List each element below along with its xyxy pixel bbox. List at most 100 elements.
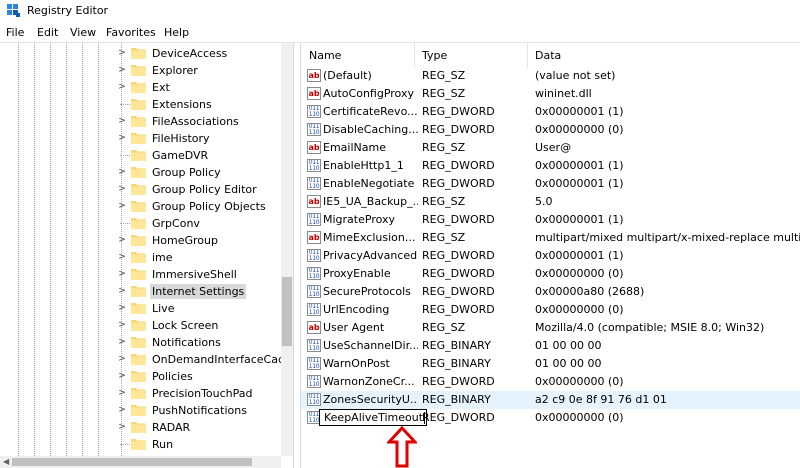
tree-item[interactable]: > HomeGroup xyxy=(117,232,282,249)
expand-chevron-icon[interactable]: > xyxy=(117,285,127,297)
expand-chevron-icon[interactable]: > xyxy=(117,421,127,433)
tree-item[interactable]: > Internet Settings xyxy=(117,283,282,300)
folder-icon xyxy=(131,167,146,178)
menu-help[interactable]: Help xyxy=(164,26,189,39)
value-name: PrivacyAdvanced xyxy=(323,249,418,262)
tree-item[interactable]: > Ext xyxy=(117,79,282,96)
tree-item[interactable]: > OnDemandInterfaceCach xyxy=(117,351,291,368)
tree-item-label: Internet Settings xyxy=(150,284,247,299)
tree-item[interactable]: > RADAR xyxy=(117,419,282,436)
expand-chevron-icon[interactable]: > xyxy=(117,268,127,280)
tree-item[interactable]: > Lock Screen xyxy=(117,317,282,334)
tree-item[interactable]: GrpConv xyxy=(117,215,282,232)
tree-item[interactable]: Extensions xyxy=(117,96,282,113)
value-row[interactable]: ab (Default) REG_SZ (value not set) xyxy=(301,67,800,85)
value-row[interactable]: 011 110 UrlEncoding REG_DWORD 0x00000000 (0… xyxy=(301,301,800,319)
expand-chevron-icon[interactable]: > xyxy=(117,234,127,246)
menu-favorites[interactable]: Favorites xyxy=(106,26,156,39)
tree-vertical-scrollbar[interactable] xyxy=(281,43,293,456)
value-row[interactable]: 011 110 UseSchannelDir... REG_BINARY 01 00 … xyxy=(301,337,800,355)
column-header-type[interactable]: Type xyxy=(414,43,527,68)
value-type: REG_SZ xyxy=(422,231,466,244)
value-row[interactable]: 011 110 MigrateProxy REG_DWORD 0x00000001 (… xyxy=(301,211,800,229)
expand-chevron-icon[interactable]: > xyxy=(117,370,127,382)
tree-item[interactable]: > Group Policy xyxy=(117,164,282,181)
expand-chevron-icon[interactable]: > xyxy=(117,251,127,263)
value-name: WarnOnPost xyxy=(323,357,390,370)
tree-item[interactable]: > Group Policy Editor xyxy=(117,181,282,198)
expand-chevron-icon[interactable]: > xyxy=(117,132,127,144)
value-row[interactable]: ab IE5_UA_Backup_... REG_SZ 5.0 xyxy=(301,193,800,211)
value-row[interactable]: 011 110 CertificateRevo... REG_DWORD 0x0000… xyxy=(301,103,800,121)
expand-chevron-icon[interactable]: > xyxy=(117,115,127,127)
tree-item[interactable]: > Notifications xyxy=(117,334,282,351)
tree-item[interactable]: GameDVR xyxy=(117,147,282,164)
expand-chevron-icon[interactable]: > xyxy=(117,64,127,76)
expand-chevron-icon[interactable]: > xyxy=(117,302,127,314)
tree-guide-line xyxy=(50,43,51,456)
value-row[interactable]: ab MimeExclusion... REG_SZ multipart/mixed … xyxy=(301,229,800,247)
tree-item[interactable]: Run xyxy=(117,436,282,453)
tree-item[interactable]: > PrecisionTouchPad xyxy=(117,385,282,402)
value-data: 0x00000a80 (2688) xyxy=(535,285,645,298)
tree-item[interactable]: > FileAssociations xyxy=(117,113,282,130)
value-type: REG_SZ xyxy=(422,195,466,208)
column-header-data[interactable]: Data xyxy=(527,43,800,68)
values-list[interactable]: Name Type Data ab (Default) REG_SZ (value n… xyxy=(300,43,800,468)
value-row[interactable]: 011 110 KeepAliveTimeout REG_DWORD 0x000000… xyxy=(301,409,800,427)
tree-item[interactable]: > PushNotifications xyxy=(117,402,282,419)
tree-scroll-thumb[interactable] xyxy=(282,277,292,346)
value-name: User Agent xyxy=(323,321,385,334)
expand-chevron-icon[interactable]: > xyxy=(117,353,127,365)
scroll-left-icon[interactable]: ◀ xyxy=(3,457,9,466)
tree-item[interactable]: > ime xyxy=(117,249,282,266)
folder-icon xyxy=(131,48,146,59)
expand-chevron-icon[interactable]: > xyxy=(117,404,127,416)
tree-item[interactable]: > Policies xyxy=(117,368,282,385)
value-row[interactable]: 011 110 ProxyEnable REG_DWORD 0x00000000 (0… xyxy=(301,265,800,283)
expand-chevron-icon[interactable]: > xyxy=(117,336,127,348)
expand-chevron-icon[interactable]: > xyxy=(117,47,127,59)
tree-item[interactable]: > ImmersiveShell xyxy=(117,266,282,283)
tree-item[interactable]: > Explorer xyxy=(117,62,282,79)
expand-chevron-icon[interactable]: > xyxy=(117,200,127,212)
value-name: ZonesSecurityU... xyxy=(323,393,418,406)
value-row[interactable]: 011 110 WarnOnPost REG_BINARY 01 00 00 00 xyxy=(301,355,800,373)
expand-chevron-icon[interactable]: > xyxy=(117,183,127,195)
menu-view[interactable]: View xyxy=(70,26,96,39)
tree-item[interactable]: > Group Policy Objects xyxy=(117,198,282,215)
expand-chevron-icon[interactable]: > xyxy=(117,81,127,93)
value-row[interactable]: 011 110 DisableCaching... REG_DWORD 0x00000… xyxy=(301,121,800,139)
value-row[interactable]: 011 110 WarnonZoneCr... REG_DWORD 0x0000000… xyxy=(301,373,800,391)
value-name: MimeExclusion... xyxy=(323,231,416,244)
tree-hscroll-thumb[interactable] xyxy=(12,458,252,466)
value-data: 0x00000001 (1) xyxy=(535,177,624,190)
expand-chevron-icon[interactable]: > xyxy=(117,319,127,331)
binary-value-icon: 011 110 xyxy=(307,177,321,190)
expand-chevron-icon[interactable]: > xyxy=(117,387,127,399)
menu-file[interactable]: File xyxy=(6,26,24,39)
value-row[interactable]: 011 110 SecureProtocols REG_DWORD 0x00000a8… xyxy=(301,283,800,301)
value-row[interactable]: 011 110 EnableNegotiate REG_DWORD 0x0000000… xyxy=(301,175,800,193)
column-header-name[interactable]: Name xyxy=(301,43,414,68)
tree-item[interactable]: > DeviceAccess xyxy=(117,45,282,62)
value-type: REG_SZ xyxy=(422,69,466,82)
tree-guide-line xyxy=(18,43,19,456)
rename-input[interactable]: KeepAliveTimeout xyxy=(319,409,427,426)
value-data: multipart/mixed multipart/x-mixed-replac… xyxy=(535,231,800,244)
expand-chevron-icon[interactable]: > xyxy=(117,166,127,178)
key-tree[interactable]: > DeviceAccess > Explorer > Ext Extensions > Fil… xyxy=(0,43,294,468)
tree-horizontal-scrollbar[interactable]: ◀ xyxy=(0,456,281,468)
value-row[interactable]: ab EmailName REG_SZ User@ xyxy=(301,139,800,157)
value-row[interactable]: 011 110 ZonesSecurityU... REG_BINARY a2 c9 … xyxy=(301,391,800,409)
value-row[interactable]: 011 110 EnableHttp1_1 REG_DWORD 0x00000001 … xyxy=(301,157,800,175)
menu-edit[interactable]: Edit xyxy=(37,26,58,39)
value-row[interactable]: 011 110 PrivacyAdvanced REG_DWORD 0x0000000… xyxy=(301,247,800,265)
tree-item[interactable]: > FileHistory xyxy=(117,130,282,147)
value-row[interactable]: ab User Agent REG_SZ Mozilla/4.0 (compatibl… xyxy=(301,319,800,337)
tree-item-label: PushNotifications xyxy=(152,404,247,417)
tree-item[interactable]: > Live xyxy=(117,300,282,317)
value-data: 0x00000001 (1) xyxy=(535,249,624,262)
rename-input-text: KeepAliveTimeout xyxy=(324,411,424,424)
value-row[interactable]: ab AutoConfigProxy REG_SZ wininet.dll xyxy=(301,85,800,103)
